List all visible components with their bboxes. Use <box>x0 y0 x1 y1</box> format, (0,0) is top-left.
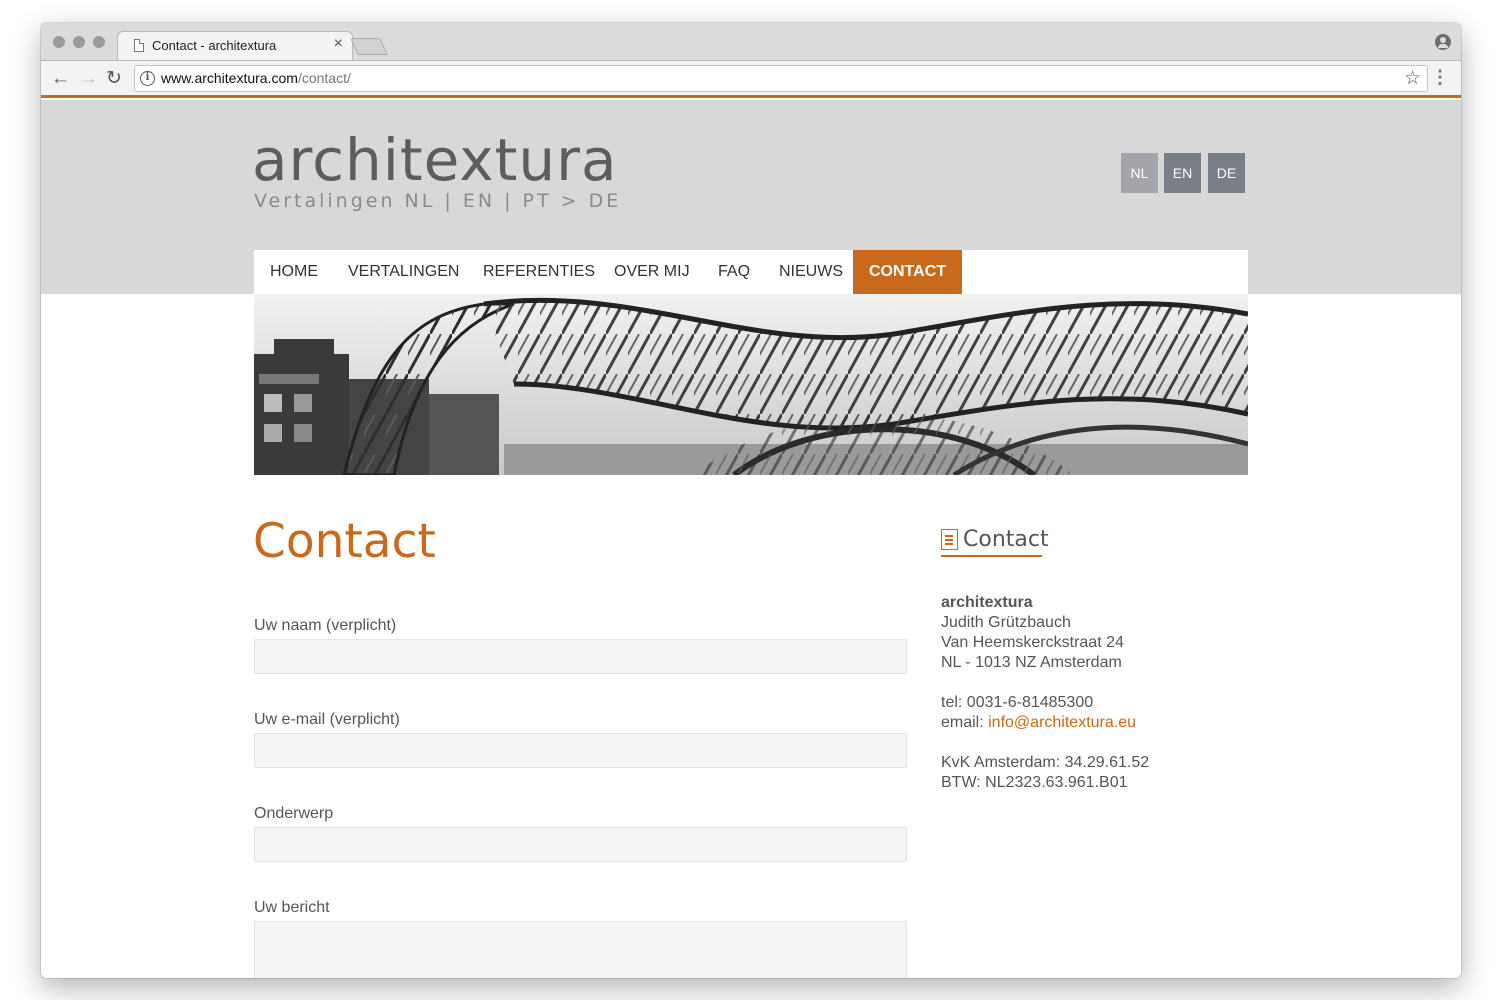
sidebar-kvk: KvK Amsterdam: 34.29.61.52 <box>941 754 1150 771</box>
nav-item-contact[interactable]: CONTACT <box>853 250 963 294</box>
nav-item-referenties[interactable]: REFERENTIES <box>467 250 611 294</box>
message-label: Uw bericht <box>254 899 330 916</box>
url-text[interactable]: www.architextura.com/contact/ <box>161 70 351 86</box>
language-nl-button[interactable]: NL <box>1121 153 1158 193</box>
web-page: architextura Vertalingen NL | EN | PT > … <box>41 100 1461 978</box>
sidebar-phone: tel: 0031-6-81485300 <box>941 694 1094 711</box>
nav-item-nieuws[interactable]: NIEUWS <box>763 250 859 294</box>
banner-image <box>254 294 1248 475</box>
document-icon <box>134 39 144 52</box>
main-navigation: HOME VERTALINGEN REFERENTIES OVER MIJ FA… <box>254 250 1248 294</box>
email-label: Uw e-mail (verplicht) <box>254 711 400 728</box>
document-icon <box>941 529 958 550</box>
sidebar-title: Contact <box>963 527 1049 552</box>
nav-item-vertalingen[interactable]: VERTALINGEN <box>332 250 475 294</box>
subject-field[interactable] <box>254 827 907 862</box>
tab-strip: Contact - architextura × <box>41 23 1461 60</box>
browser-toolbar: ← → ↻ i www.architextura.com/contact/ ☆ … <box>41 60 1461 98</box>
tab-title: Contact - architextura <box>152 38 277 53</box>
nav-item-home[interactable]: HOME <box>254 250 334 294</box>
sidebar-title-underline <box>941 555 1042 557</box>
info-icon[interactable]: i <box>140 71 155 86</box>
language-de-button[interactable]: DE <box>1208 153 1245 193</box>
sidebar-email-link[interactable]: info@architextura.eu <box>988 714 1136 731</box>
sidebar-email-prefix: email: <box>941 714 989 731</box>
sidebar-email-line: email: info@architextura.eu <box>941 714 1136 732</box>
maximize-window-button[interactable] <box>93 36 105 48</box>
star-icon[interactable]: ☆ <box>1404 67 1421 90</box>
sidebar-btw: BTW: NL2323.63.961.B01 <box>941 774 1128 791</box>
menu-icon[interactable]: ⋮ <box>1431 67 1449 87</box>
address-bar[interactable]: i www.architextura.com/contact/ ☆ <box>134 65 1428 92</box>
sidebar-city: NL - 1013 NZ Amsterdam <box>941 654 1122 671</box>
nav-item-over-mij[interactable]: OVER MIJ <box>598 250 706 294</box>
back-arrow-icon[interactable]: ← <box>51 66 70 92</box>
email-field[interactable] <box>254 733 907 768</box>
browser-tab[interactable]: Contact - architextura × <box>117 31 353 60</box>
name-label: Uw naam (verplicht) <box>254 617 397 634</box>
sidebar-street: Van Heemskerckstraat 24 <box>941 634 1124 651</box>
nav-item-faq[interactable]: FAQ <box>702 250 766 294</box>
browser-window: Contact - architextura × ← → ↻ i www.arc… <box>41 23 1461 978</box>
sidebar-company: architextura <box>941 594 1033 611</box>
name-field[interactable] <box>254 639 907 674</box>
url-host: www.architextura.com <box>161 70 298 86</box>
reload-icon[interactable]: ↻ <box>106 66 122 92</box>
site-tagline: Vertalingen NL | EN | PT > DE <box>254 190 622 212</box>
url-path: /contact/ <box>297 70 351 86</box>
message-field[interactable] <box>254 921 907 978</box>
forward-arrow-icon[interactable]: → <box>79 66 98 92</box>
profile-icon[interactable] <box>1435 34 1451 50</box>
site-logo[interactable]: architextura <box>252 126 618 194</box>
close-window-button[interactable] <box>53 36 65 48</box>
subject-label: Onderwerp <box>254 805 334 822</box>
sidebar-person: Judith Grützbauch <box>941 614 1071 631</box>
new-tab-button[interactable] <box>350 38 388 55</box>
minimize-window-button[interactable] <box>73 36 85 48</box>
language-en-button[interactable]: EN <box>1164 153 1201 193</box>
page-title: Contact <box>253 514 436 569</box>
close-icon[interactable]: × <box>334 35 343 53</box>
